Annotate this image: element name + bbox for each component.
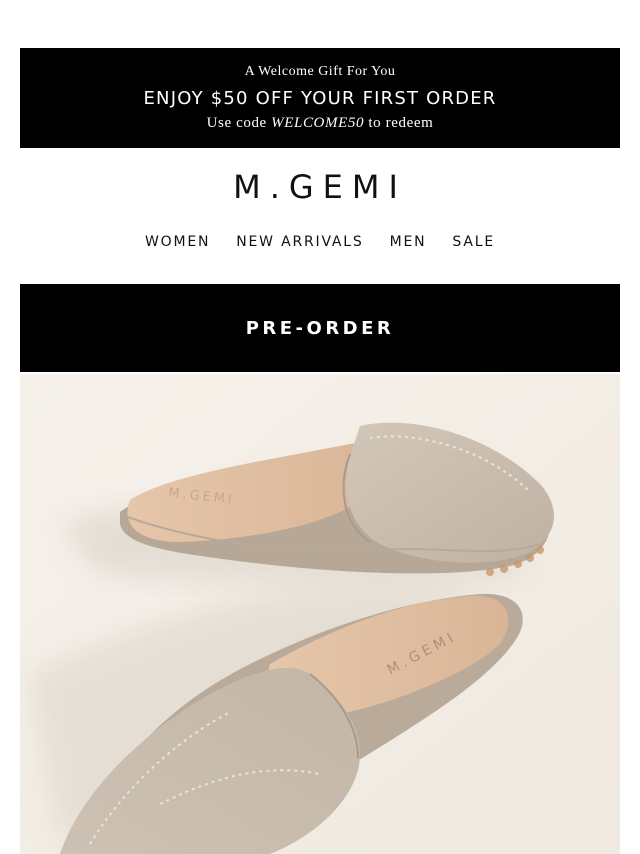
nav-item-new-arrivals[interactable]: NEW ARRIVALS	[236, 234, 363, 250]
promo-code-prefix: Use code	[206, 115, 272, 131]
promo-eyebrow: A Welcome Gift For You	[244, 64, 396, 79]
section-title: PRE-ORDER	[245, 317, 395, 339]
nav-item-women[interactable]: WOMEN	[145, 234, 210, 250]
promo-code-suffix: to redeem	[364, 115, 434, 131]
promo-code: WELCOME50	[271, 115, 365, 131]
main-nav: WOMEN NEW ARRIVALS MEN SALE	[0, 234, 640, 250]
welcome-promo-banner[interactable]: A Welcome Gift For You ENJOY $50 OFF YOU…	[20, 48, 620, 148]
nav-item-sale[interactable]: SALE	[452, 234, 495, 250]
email-body: A Welcome Gift For You ENJOY $50 OFF YOU…	[0, 0, 640, 854]
nav-item-men[interactable]: MEN	[390, 234, 427, 250]
promo-headline: ENJOY $50 OFF YOUR FIRST ORDER	[143, 88, 497, 109]
promo-code-line: Use code WELCOME50 to redeem	[20, 115, 620, 132]
brand-logo[interactable]: M.GEMI	[0, 168, 640, 206]
preorder-section-header[interactable]: PRE-ORDER	[20, 284, 620, 372]
hero-product-image[interactable]: M.GEMI M.GEMI	[20, 374, 620, 854]
product-photo-icon: M.GEMI M.GEMI	[20, 374, 620, 854]
